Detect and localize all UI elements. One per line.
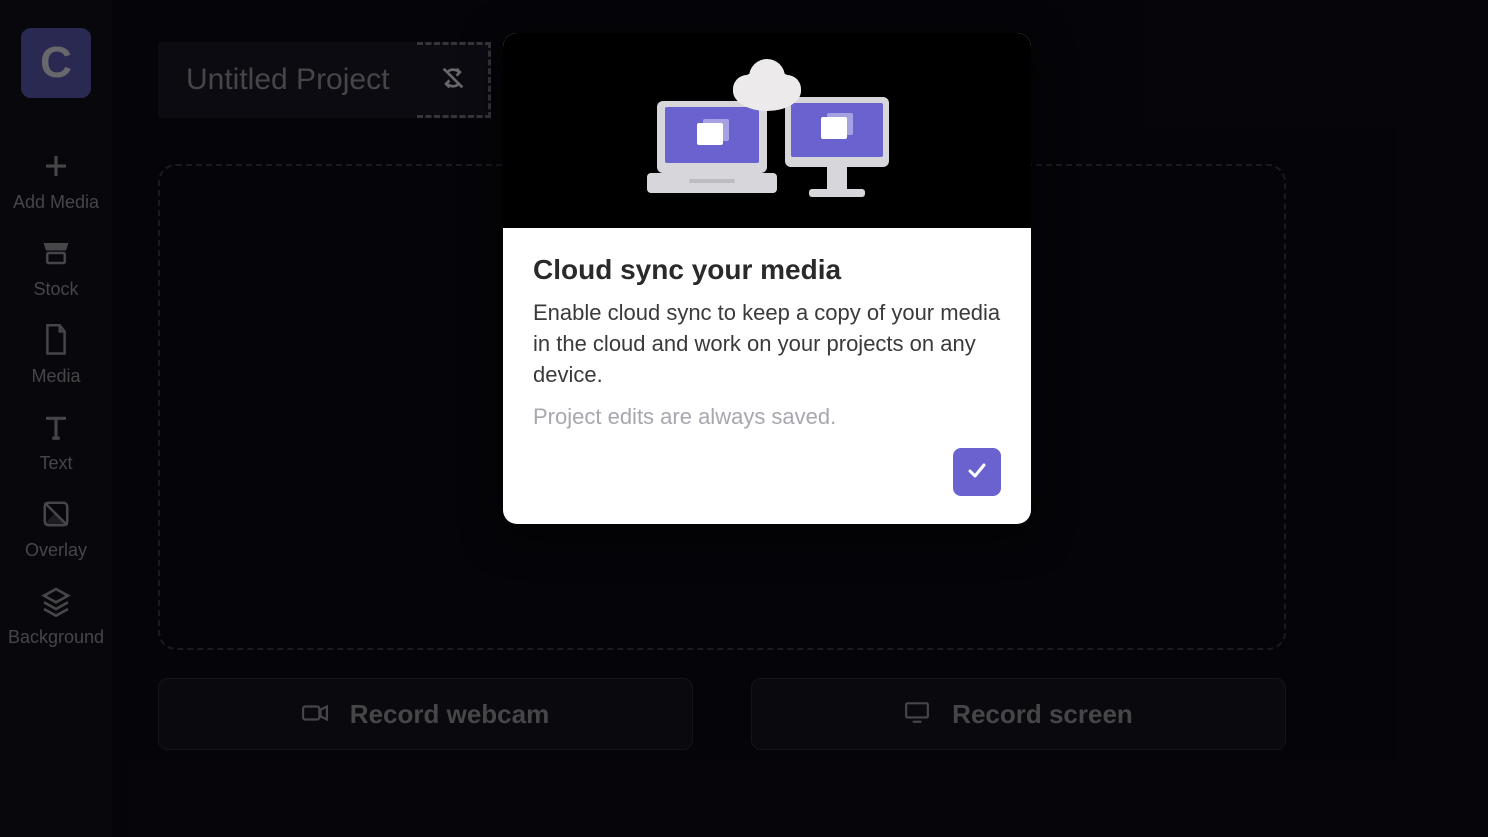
cloud-sync-popover: Cloud sync your media Enable cloud sync … xyxy=(503,33,1031,524)
popover-title: Cloud sync your media xyxy=(533,254,1001,286)
popover-note: Project edits are always saved. xyxy=(533,404,1001,430)
popover-confirm-button[interactable] xyxy=(953,448,1001,496)
popover-description: Enable cloud sync to keep a copy of your… xyxy=(533,298,1001,390)
check-icon xyxy=(965,458,989,487)
popover-illustration xyxy=(503,33,1031,228)
